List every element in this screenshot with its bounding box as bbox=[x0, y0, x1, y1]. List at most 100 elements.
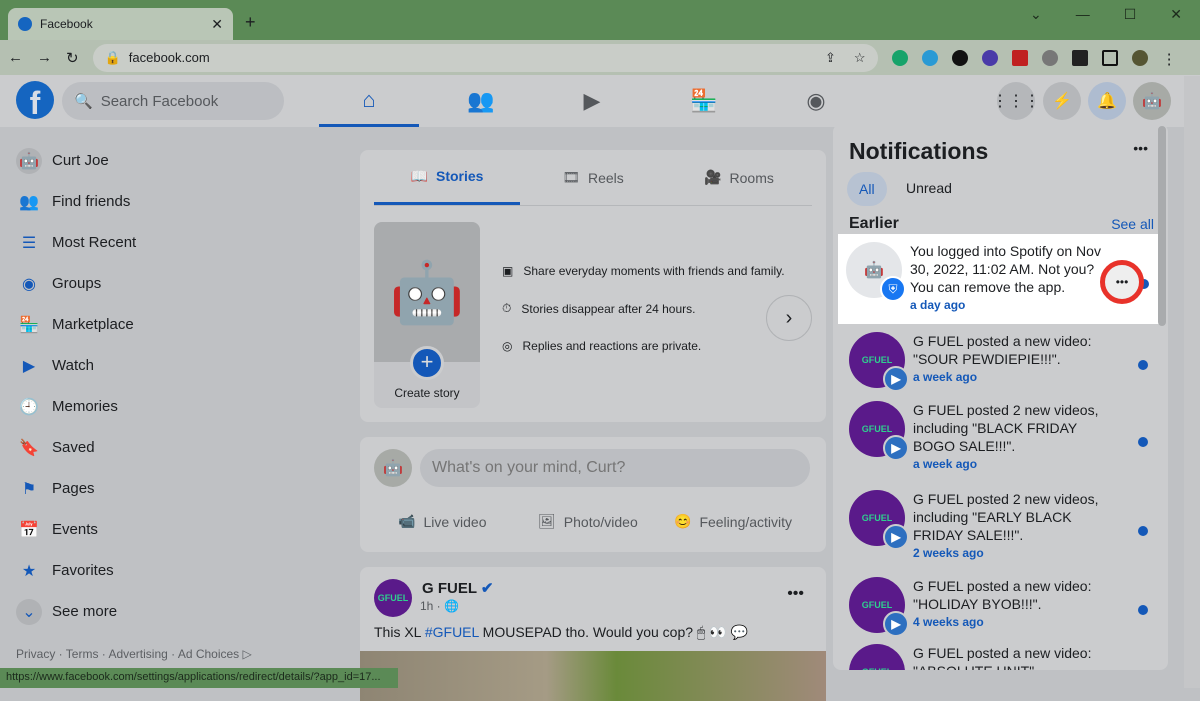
bookmark-star-icon[interactable]: ☆ bbox=[854, 50, 866, 66]
nav-watch-icon[interactable]: ▶ bbox=[542, 75, 642, 127]
search-placeholder: Search Facebook bbox=[100, 92, 219, 110]
tab-label: Stories bbox=[435, 168, 484, 184]
flag-icon: ⚑ bbox=[21, 480, 37, 498]
post-image[interactable] bbox=[360, 651, 826, 701]
status-input[interactable] bbox=[420, 449, 810, 487]
notification-options-button[interactable]: ••• bbox=[1100, 260, 1144, 304]
sidebar-item-label: Saved bbox=[52, 439, 95, 456]
close-tab-icon[interactable]: ✕ bbox=[211, 16, 223, 33]
sidebar-item-groups[interactable]: ◉ Groups bbox=[8, 263, 338, 304]
unread-dot bbox=[1138, 526, 1148, 536]
purple-extension-icon[interactable] bbox=[981, 49, 998, 66]
sidebar-item-find-friends[interactable]: 👥 Find friends bbox=[8, 181, 338, 222]
nav-groups-icon[interactable]: ◉ bbox=[766, 75, 866, 127]
shield-badge-icon: ⛨ bbox=[880, 276, 906, 302]
new-tab-button[interactable]: + bbox=[245, 12, 256, 33]
sidebar-item-see-more[interactable]: ⌄ See more bbox=[8, 591, 338, 632]
search-input[interactable]: 🔍 Search Facebook bbox=[62, 82, 284, 120]
notification-item[interactable]: GFUEL ▶ G FUEL posted 2 new videos, includ… bbox=[841, 482, 1158, 570]
create-story-button[interactable]: 🤖 + Create story bbox=[374, 222, 480, 408]
notification-item[interactable]: 🤖 ⛨ You logged into Spotify on Nov 30, 202… bbox=[838, 234, 1159, 324]
hashtag-link[interactable]: #GFUEL bbox=[425, 624, 479, 640]
sidebar-item-memories[interactable]: 🕘 Memories bbox=[8, 386, 338, 427]
marketplace-icon: 🏪 bbox=[19, 316, 39, 334]
notification-text: G FUEL posted a new video: "SOUR PEWDIEP… bbox=[913, 333, 1092, 367]
minimize-button[interactable]: — bbox=[1076, 6, 1090, 23]
sidebar-item-most-recent[interactable]: ☰ Most Recent bbox=[8, 222, 338, 263]
sidebar-item-events[interactable]: 📅 Events bbox=[8, 509, 338, 550]
feeling-activity-button[interactable]: 😊 Feeling/activity bbox=[674, 513, 792, 530]
profile-avatar[interactable] bbox=[1131, 49, 1148, 66]
tab-reels[interactable]: 🎞 Reels bbox=[520, 150, 666, 205]
post-text: This XL #GFUEL MOUSEPAD tho. Would you c… bbox=[374, 624, 748, 641]
post-more-icon[interactable]: ••• bbox=[787, 585, 804, 603]
browser-tab[interactable]: Facebook ✕ bbox=[8, 8, 233, 40]
nav-home-icon[interactable]: ⌂ bbox=[319, 75, 419, 127]
sidebar-item-saved[interactable]: 🔖 Saved bbox=[8, 427, 338, 468]
tip-text: Stories disappear after 24 hours. bbox=[521, 301, 696, 316]
g-extension-icon[interactable] bbox=[921, 49, 938, 66]
notifications-scrollbar[interactable] bbox=[1158, 126, 1166, 326]
gfuel-avatar[interactable]: GFUEL bbox=[374, 579, 412, 617]
gfuel-avatar: GFUEL▶ bbox=[849, 644, 905, 670]
next-arrow-button[interactable]: › bbox=[766, 295, 812, 341]
url-input[interactable]: 🔒 facebook.com ⇪ ☆ bbox=[92, 43, 878, 72]
filter-unread[interactable]: Unread bbox=[906, 180, 952, 196]
red-extension-icon[interactable] bbox=[1011, 49, 1028, 66]
notifications-bell-icon[interactable]: 🔔 bbox=[1088, 82, 1126, 120]
story-avatar-image: 🤖 bbox=[374, 222, 480, 362]
share-icon[interactable]: ⇪ bbox=[825, 50, 836, 66]
video-badge-icon: ▶ bbox=[883, 435, 909, 461]
post-time[interactable]: 1h · 🌐 bbox=[420, 599, 459, 613]
time-text: 1h · bbox=[420, 599, 441, 613]
gfuel-avatar: GFUEL▶ bbox=[849, 401, 909, 461]
sidebar-item-marketplace[interactable]: 🏪 Marketplace bbox=[8, 304, 338, 345]
photo-video-button[interactable]: 🖼 Photo/video bbox=[538, 513, 638, 530]
menu-kebab-icon[interactable]: ⋮ bbox=[1162, 50, 1178, 68]
t-extension-icon[interactable] bbox=[951, 49, 968, 66]
notification-item[interactable]: GFUEL▶ G FUEL posted a new video: "ABSOLU… bbox=[841, 636, 1158, 670]
back-icon[interactable]: ← bbox=[8, 49, 23, 66]
sidepanel-icon[interactable] bbox=[1101, 49, 1118, 66]
page-scrollbar[interactable] bbox=[1184, 76, 1200, 688]
sidebar-item-label: Most Recent bbox=[52, 234, 137, 251]
see-all-link[interactable]: See all bbox=[1111, 216, 1154, 232]
forward-icon[interactable]: → bbox=[37, 49, 52, 66]
close-window-button[interactable]: ✕ bbox=[1170, 6, 1182, 23]
extensions-puzzle-icon[interactable] bbox=[1071, 49, 1088, 66]
facebook-logo[interactable]: f bbox=[16, 81, 54, 121]
live-video-icon: 📹 bbox=[398, 513, 416, 529]
sidebar-item-curt-joe[interactable]: 🤖 Curt Joe bbox=[8, 140, 338, 181]
maximize-button[interactable]: ☐ bbox=[1124, 6, 1137, 23]
account-avatar[interactable]: 🤖 bbox=[1133, 82, 1171, 120]
filter-all[interactable]: All bbox=[847, 172, 887, 206]
arc-extension-icon[interactable] bbox=[1041, 49, 1058, 66]
notification-item[interactable]: GFUEL ▶ G FUEL posted 2 new videos, includ… bbox=[841, 393, 1158, 481]
notification-item[interactable]: GFUEL ▶ G FUEL posted a new video: "HOLIDA… bbox=[841, 569, 1158, 641]
chevron-down-icon: ⌄ bbox=[16, 598, 42, 625]
live-video-button[interactable]: 📹 Live video bbox=[398, 513, 486, 530]
stories-card: 📖 Stories 🎞 Reels 🎥 Rooms 🤖 + Create story ▣ S… bbox=[360, 150, 826, 422]
menu-grid-icon[interactable]: ⋮⋮⋮ bbox=[992, 82, 1040, 120]
grammarly-extension-icon[interactable] bbox=[891, 49, 908, 66]
notifications-more-icon[interactable]: ••• bbox=[1133, 140, 1148, 156]
tab-stories[interactable]: 📖 Stories bbox=[374, 150, 520, 205]
notification-item[interactable]: GFUEL ▶ G FUEL posted a new video: "SOUR P… bbox=[841, 324, 1158, 396]
sidebar-item-label: Groups bbox=[52, 275, 102, 292]
lock-icon: 🔒 bbox=[104, 49, 121, 65]
notification-time: a week ago bbox=[913, 457, 978, 471]
sidebar-item-watch[interactable]: ▶ Watch bbox=[8, 345, 338, 386]
share-moments-icon: ▣ bbox=[502, 264, 514, 278]
sidebar-item-pages[interactable]: ⚑ Pages bbox=[8, 468, 338, 509]
sidebar-item-favorites[interactable]: ★ Favorites bbox=[8, 550, 338, 591]
tab-search-icon[interactable]: ⌄ bbox=[1030, 6, 1042, 23]
tab-rooms[interactable]: 🎥 Rooms bbox=[666, 150, 812, 205]
calendar-icon: 📅 bbox=[19, 521, 39, 539]
post-author[interactable]: G FUEL ✔ bbox=[422, 579, 493, 597]
reload-icon[interactable]: ↻ bbox=[66, 49, 79, 67]
nav-friends-icon[interactable]: 👥 bbox=[431, 75, 531, 127]
nav-marketplace-icon[interactable]: 🏪 bbox=[654, 75, 754, 127]
footer-links[interactable]: Privacy · Terms · Advertising · Ad Choic… bbox=[16, 647, 252, 661]
messenger-icon[interactable]: ⚡ bbox=[1043, 82, 1081, 120]
story-tip: ◎ Replies and reactions are private. bbox=[502, 339, 701, 353]
